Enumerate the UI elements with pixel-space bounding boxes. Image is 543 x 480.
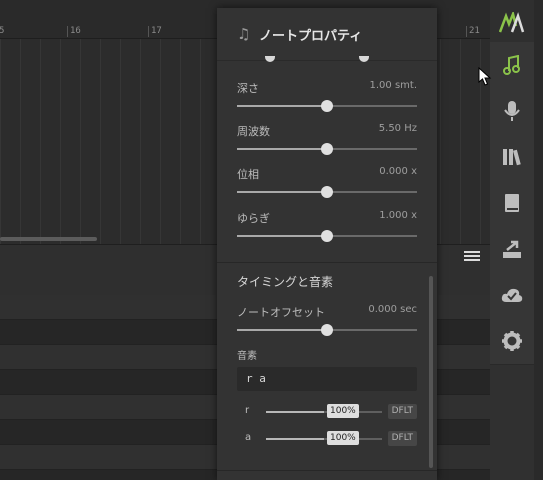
horizontal-scrollbar[interactable] [0, 237, 97, 241]
phoneme-percent-badge[interactable]: 100% [327, 431, 359, 445]
default-button[interactable]: DFLT [387, 431, 417, 446]
frequency-value[interactable]: 5.50 Hz [379, 123, 417, 134]
microphone-icon [504, 101, 520, 121]
export-icon [503, 240, 521, 258]
section-divider [217, 262, 437, 263]
slider-thumb[interactable] [359, 56, 369, 62]
jitter-label: ゆらぎ [237, 212, 270, 225]
music-note-icon: ♫ [237, 25, 251, 43]
slider-fill [237, 191, 327, 193]
settings-icon [502, 331, 522, 351]
depth-value[interactable]: 1.00 smt. [370, 80, 418, 91]
logo-icon [499, 12, 525, 33]
slider-fill [237, 235, 327, 237]
manual-button[interactable] [490, 180, 534, 227]
phoneme-label: a [245, 432, 252, 443]
note-icon [503, 55, 520, 75]
jitter-value[interactable]: 1.000 x [379, 210, 417, 221]
slider-thumb[interactable] [321, 100, 333, 112]
slider-thumb[interactable] [265, 56, 275, 62]
slider-thumb[interactable] [321, 230, 333, 242]
panel-header: ♫ ノートプロパティ [217, 8, 437, 61]
settings-button[interactable] [490, 318, 534, 365]
phoneme-slider-fill [266, 411, 324, 413]
phoneme-row-r: r 100% DFLT [237, 404, 417, 420]
cloud-button[interactable] [490, 272, 534, 319]
note-offset-value[interactable]: 0.000 sec [368, 304, 417, 315]
timing-section-title: タイミングと音素 [237, 275, 334, 289]
panel-title: ノートプロパティ [259, 28, 363, 44]
note-properties-button[interactable] [490, 42, 534, 89]
phoneme-slider-fill [266, 438, 324, 440]
frequency-label: 周波数 [237, 125, 270, 138]
phonemes-label: 音素 [237, 351, 257, 362]
default-button[interactable]: DFLT [387, 404, 417, 419]
library-button[interactable] [490, 134, 534, 181]
slider-fill [237, 148, 327, 150]
phoneme-percent-badge[interactable]: 100% [327, 404, 359, 418]
library-icon [503, 149, 521, 166]
depth-label: 深さ [237, 82, 259, 95]
phoneme-label: r [245, 405, 250, 416]
hamburger-menu-icon[interactable] [464, 251, 480, 263]
slider-fill [237, 105, 327, 107]
previous-slider-thumbs [217, 56, 437, 64]
phonemes-input[interactable]: r a [237, 367, 417, 391]
slider-thumb[interactable] [321, 324, 333, 336]
section-divider [217, 470, 437, 471]
phoneme-row-a: a 100% DFLT [237, 431, 417, 447]
ruler-tick: 17 [148, 26, 162, 37]
cloud-icon [501, 288, 523, 302]
note-properties-panel: ♫ ノートプロパティ 深さ 1.00 smt. 周波数 5.50 Hz 位相 0… [217, 8, 437, 480]
slider-thumb[interactable] [321, 186, 333, 198]
note-offset-label: ノートオフセット [237, 306, 325, 319]
mouse-cursor-icon [478, 67, 492, 86]
app-logo-button[interactable] [490, 0, 534, 47]
ruler-tick: 16 [67, 26, 81, 37]
right-toolbar [490, 0, 543, 480]
ruler-tick: 21 [466, 26, 480, 37]
phase-value[interactable]: 0.000 x [379, 166, 417, 177]
export-button[interactable] [490, 226, 534, 273]
phonemes-text[interactable]: r a [246, 372, 266, 385]
panel-vertical-scrollbar[interactable] [429, 276, 433, 468]
slider-fill [237, 329, 327, 331]
toolbar-edge [534, 0, 543, 480]
slider-thumb[interactable] [321, 143, 333, 155]
book-icon [505, 194, 519, 212]
phase-label: 位相 [237, 168, 259, 181]
voice-button[interactable] [490, 88, 534, 135]
ruler-tick: 5 [0, 26, 5, 36]
